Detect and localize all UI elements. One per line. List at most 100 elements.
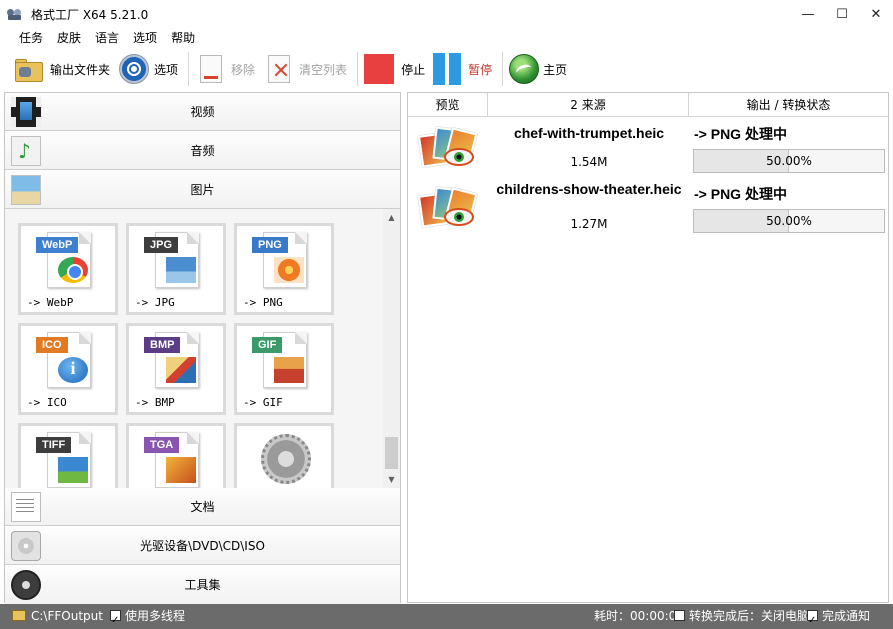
- bmp-file-icon: BMP: [144, 332, 199, 388]
- multithread-checkbox[interactable]: 使用多线程: [110, 604, 185, 629]
- menu-task[interactable]: 任务: [12, 29, 50, 46]
- format-tga-tile[interactable]: TGA: [126, 423, 226, 488]
- shutdown-label: 转换完成后：关闭电脑: [689, 609, 810, 623]
- table-row[interactable]: childrens-show-theater.heic 1.27M -> PNG…: [408, 180, 888, 240]
- category-video-label: 视频: [190, 105, 215, 119]
- category-tools-label: 工具集: [184, 578, 221, 592]
- category-panel: 视频 音频 图片 WebP -> WebP JPG -> JPG PNG: [4, 92, 401, 604]
- close-button[interactable]: ✕: [859, 0, 893, 28]
- remove-button[interactable]: 移除: [195, 49, 263, 89]
- progress-bar: 50.00%: [693, 209, 885, 233]
- format-tag: TIFF: [36, 437, 72, 453]
- scroll-up-icon[interactable]: ▲: [383, 209, 400, 226]
- menu-bar: 任务 皮肤 语言 选项 帮助: [0, 28, 893, 46]
- progress-text: 50.00%: [766, 214, 812, 228]
- landscape-icon: [166, 257, 196, 283]
- png-file-icon: PNG: [252, 232, 307, 288]
- menu-help[interactable]: 帮助: [164, 29, 202, 46]
- toolbar-separator: [357, 52, 359, 86]
- format-tag: ICO: [36, 337, 68, 353]
- scroll-down-icon[interactable]: ▼: [383, 471, 400, 488]
- format-png-tile[interactable]: PNG -> PNG: [234, 223, 334, 315]
- status-bar: C:\FFOutput 使用多线程 耗时：00:00:01 转换完成后：关闭电脑…: [0, 604, 893, 629]
- task-list-header: 预览 2 来源 输出 / 转换状态: [408, 93, 888, 117]
- column-source[interactable]: 2 来源: [488, 93, 689, 117]
- stop-label: 停止: [401, 62, 426, 77]
- ico-file-icon: ICO: [36, 332, 91, 388]
- menu-skin[interactable]: 皮肤: [50, 29, 88, 46]
- toolbar-separator: [188, 52, 190, 86]
- flower-icon: [274, 257, 304, 283]
- stop-button[interactable]: 停止: [364, 49, 433, 89]
- file-size: 1.27M: [570, 217, 608, 231]
- progress-bar: 50.00%: [693, 149, 885, 173]
- window-title: 格式工厂 X64 5.21.0: [31, 7, 149, 22]
- home-label: 主页: [543, 62, 568, 77]
- category-audio[interactable]: 音频: [5, 132, 400, 170]
- category-document-label: 文档: [190, 500, 215, 514]
- category-disc[interactable]: 光驱设备\DVD\CD\ISO: [5, 527, 400, 565]
- format-ico-tile[interactable]: ICO -> ICO: [18, 323, 118, 415]
- output-path-text: C:\FFOutput: [31, 609, 103, 623]
- format-jpg-tile[interactable]: JPG -> JPG: [126, 223, 226, 315]
- folder-icon: [12, 610, 26, 621]
- clear-list-icon: [268, 55, 291, 83]
- image-file-icon: [417, 186, 478, 236]
- format-webp-tile[interactable]: WebP -> WebP: [18, 223, 118, 315]
- checkbox-icon[interactable]: [110, 608, 121, 629]
- minimize-button[interactable]: —: [791, 0, 825, 28]
- gear-icon: [261, 434, 311, 484]
- image-icon: [166, 457, 196, 483]
- category-document[interactable]: 文档: [5, 488, 400, 526]
- notify-label: 完成通知: [822, 609, 871, 623]
- output-folder-button[interactable]: 输出文件夹: [14, 49, 118, 89]
- category-image[interactable]: 图片: [5, 171, 400, 209]
- format-gif-tile[interactable]: GIF -> GIF: [234, 323, 334, 415]
- table-row[interactable]: chef-with-trumpet.heic 1.54M -> PNG 处理中 …: [408, 120, 888, 180]
- category-video[interactable]: 视频: [5, 93, 400, 131]
- format-tag: JPG: [144, 237, 179, 253]
- shutdown-checkbox[interactable]: 转换完成后：关闭电脑: [674, 604, 809, 629]
- notify-checkbox[interactable]: 完成通知: [807, 604, 870, 629]
- jpg-file-icon: JPG: [144, 232, 199, 288]
- menu-options[interactable]: 选项: [126, 29, 164, 46]
- home-button[interactable]: 主页: [509, 49, 575, 89]
- elapsed-time: 耗时：00:00:01: [594, 609, 684, 623]
- clear-list-button[interactable]: 清空列表: [263, 49, 355, 89]
- remove-label: 移除: [231, 62, 256, 77]
- chrome-icon: [58, 257, 88, 283]
- tga-file-icon: TGA: [144, 432, 199, 488]
- format-tag: TGA: [144, 437, 180, 453]
- scroll-thumb[interactable]: [385, 437, 398, 469]
- clear-list-label: 清空列表: [299, 62, 348, 77]
- column-status[interactable]: 输出 / 转换状态: [689, 93, 888, 117]
- maximize-button[interactable]: ☐: [825, 0, 859, 28]
- pause-button[interactable]: 暂停: [433, 49, 500, 89]
- menu-language[interactable]: 语言: [88, 29, 126, 46]
- paint-icon: [166, 357, 196, 383]
- output-path[interactable]: C:\FFOutput: [12, 604, 103, 629]
- gif-file-icon: GIF: [252, 332, 307, 388]
- task-status: -> PNG 处理中: [694, 186, 787, 202]
- format-label: -> BMP: [135, 396, 175, 409]
- task-list: 预览 2 来源 输出 / 转换状态 chef-with-trumpet.heic…: [407, 92, 889, 603]
- format-label: -> PNG: [243, 296, 283, 309]
- column-preview[interactable]: 预览: [408, 93, 488, 117]
- format-scrollbar[interactable]: ▲ ▼: [383, 209, 400, 488]
- globe-icon: [509, 54, 540, 84]
- format-bmp-tile[interactable]: BMP -> BMP: [126, 323, 226, 415]
- format-tag: BMP: [144, 337, 181, 353]
- options-button[interactable]: 选项: [118, 49, 186, 89]
- format-tiff-tile[interactable]: TIFF: [18, 423, 118, 488]
- progress-text: 50.00%: [766, 154, 812, 168]
- format-more-tile[interactable]: Di: [234, 423, 334, 488]
- checkbox-icon[interactable]: [674, 610, 685, 621]
- checkbox-icon[interactable]: [807, 608, 818, 629]
- pause-icon: [433, 53, 462, 85]
- multithread-label: 使用多线程: [125, 609, 186, 623]
- info-icon: [58, 357, 88, 383]
- format-label: -> GIF: [243, 396, 283, 409]
- tiff-file-icon: TIFF: [36, 432, 91, 488]
- category-tools[interactable]: 工具集: [5, 566, 400, 604]
- file-name: chef-with-trumpet.heic: [513, 125, 665, 141]
